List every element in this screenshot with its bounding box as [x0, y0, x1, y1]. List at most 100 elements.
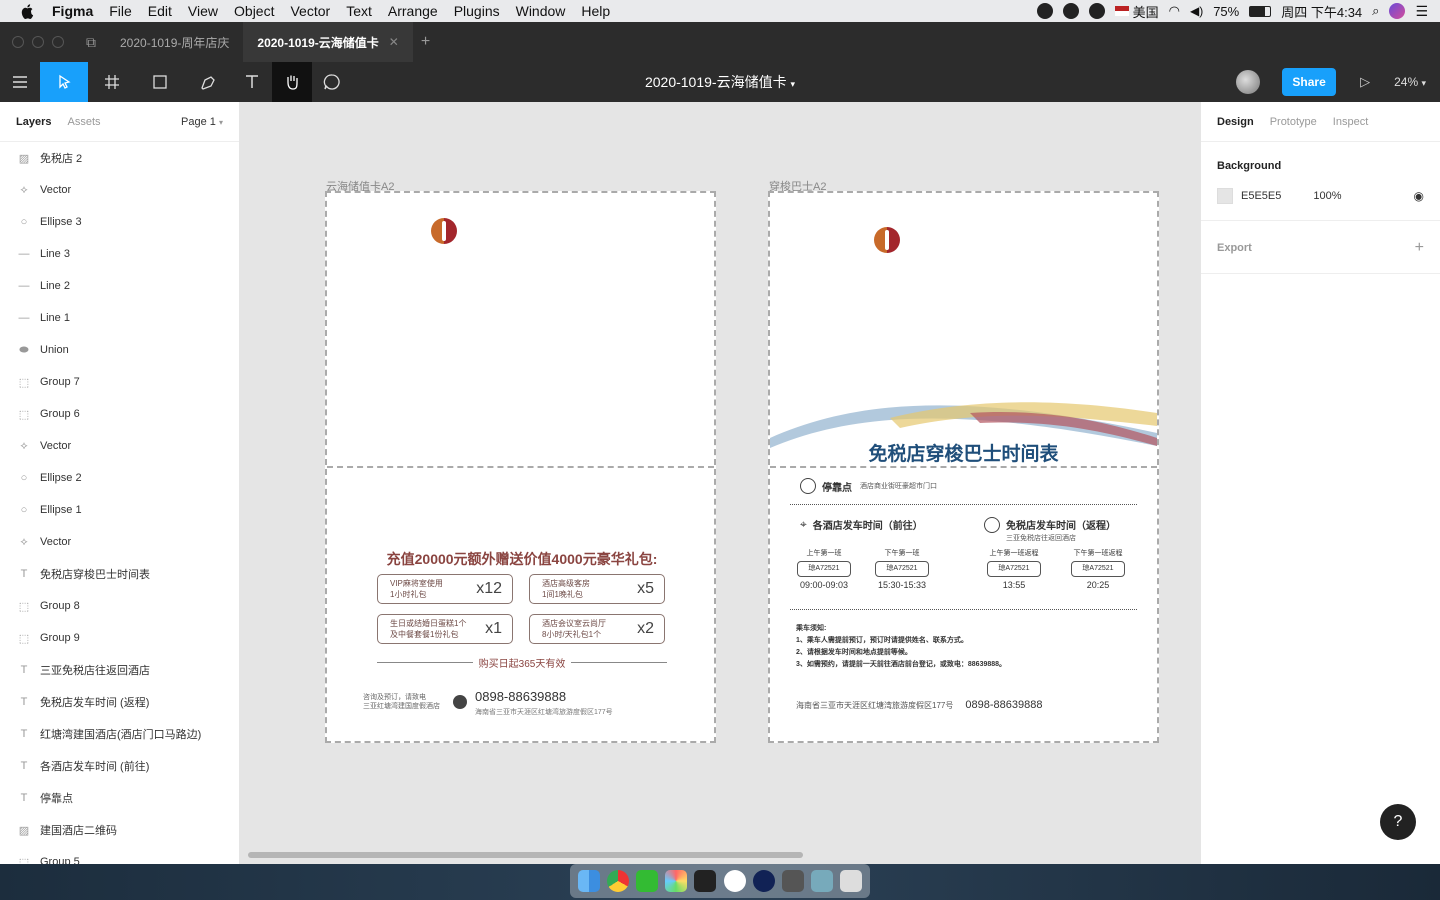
- layer-row[interactable]: ⟡ Vector: [0, 526, 239, 558]
- layer-row[interactable]: ⟡ Vector: [0, 430, 239, 462]
- layer-row[interactable]: ○ Ellipse 3: [0, 206, 239, 238]
- text-tool-button[interactable]: [232, 62, 272, 102]
- user-avatar[interactable]: [1236, 70, 1261, 94]
- eye-visibility-icon[interactable]: ◉: [1414, 189, 1424, 203]
- add-export-plus-icon[interactable]: +: [1415, 239, 1424, 257]
- app-menu-figma[interactable]: Figma: [52, 3, 93, 19]
- tab-assets[interactable]: Assets: [67, 116, 100, 128]
- layer-row[interactable]: ⬚ Group 7: [0, 366, 239, 398]
- wechat-icon[interactable]: [635, 870, 658, 892]
- menu-help[interactable]: Help: [581, 3, 610, 19]
- layer-row[interactable]: — Line 2: [0, 270, 239, 302]
- share-button[interactable]: Share: [1282, 68, 1337, 96]
- layer-name: 免税店 2: [40, 153, 83, 165]
- layer-row[interactable]: T 免税店穿梭巴士时间表: [0, 558, 239, 590]
- menu-text[interactable]: Text: [346, 3, 372, 19]
- trash-icon[interactable]: [840, 870, 863, 892]
- layer-row[interactable]: ⟡ Vector: [0, 174, 239, 206]
- move-tool-button[interactable]: [40, 62, 88, 102]
- layers-panel-header: Layers Assets Page 1 ▾: [0, 102, 239, 142]
- file-title-dropdown[interactable]: 2020-1019-云海储值卡 ▾: [645, 72, 795, 92]
- layer-row[interactable]: ⬚ Group 5: [0, 846, 239, 864]
- record-icon[interactable]: [1036, 3, 1053, 19]
- tab-file-anniversary[interactable]: 2020-1019-周年店庆: [106, 22, 243, 62]
- zoom-window-button[interactable]: [52, 36, 64, 48]
- layer-row[interactable]: T 各酒店发车时间 (前往): [0, 750, 239, 782]
- wifi-icon[interactable]: ◠: [1169, 3, 1180, 19]
- close-tab-icon[interactable]: ✕: [389, 35, 399, 49]
- shape-tool-button[interactable]: [136, 62, 184, 102]
- frame-stored-value-card[interactable]: 充值20000元额外赠送价值4000元豪华礼包: VIP麻将室使用 1小时礼包 x…: [325, 191, 716, 743]
- screenshot-icon[interactable]: [781, 870, 804, 892]
- layer-name: Vector: [40, 536, 72, 548]
- layer-row[interactable]: ⬚ Group 9: [0, 622, 239, 654]
- design-canvas[interactable]: 云海储值卡A2 充值20000元额外赠送价值4000元豪华礼包: VIP麻将室使…: [240, 102, 1200, 864]
- menu-vector[interactable]: Vector: [290, 3, 330, 19]
- comment-tool-button[interactable]: [312, 62, 352, 102]
- clock[interactable]: 周四 下午4:34: [1281, 2, 1362, 21]
- horizontal-scrollbar[interactable]: [248, 852, 803, 858]
- menu-window[interactable]: Window: [516, 3, 566, 19]
- minimize-window-button[interactable]: [32, 36, 44, 48]
- layer-row[interactable]: ▨ 建国酒店二维码: [0, 814, 239, 846]
- footer-phone: 0898-88639888: [965, 699, 1043, 711]
- properties-panel: Design Prototype Inspect Background E5E5…: [1200, 102, 1440, 864]
- zoom-dropdown[interactable]: 24% ▾: [1394, 75, 1426, 89]
- volume-icon[interactable]: ◀): [1190, 4, 1203, 18]
- figma-icon[interactable]: [694, 870, 717, 892]
- layer-row[interactable]: T 停靠点: [0, 782, 239, 814]
- finder-icon[interactable]: [577, 870, 600, 892]
- tab-prototype[interactable]: Prototype: [1270, 116, 1317, 128]
- frame-tool-button[interactable]: [88, 62, 136, 102]
- layer-row[interactable]: ○ Ellipse 1: [0, 494, 239, 526]
- tab-design[interactable]: Design: [1217, 116, 1254, 128]
- siri-icon[interactable]: [1389, 3, 1406, 19]
- input-source[interactable]: 美国: [1114, 2, 1159, 21]
- present-play-icon[interactable]: ▷: [1350, 74, 1380, 90]
- help-question-button[interactable]: ?: [1380, 804, 1416, 840]
- layer-row[interactable]: ⬚ Group 8: [0, 590, 239, 622]
- bg-hex-input[interactable]: E5E5E5: [1241, 190, 1281, 202]
- gift-card-mahjong: VIP麻将室使用 1小时礼包 x12: [377, 574, 513, 604]
- figma-home-icon[interactable]: ⧉: [86, 34, 106, 51]
- tab-inspect[interactable]: Inspect: [1333, 116, 1368, 128]
- layer-row[interactable]: T 三亚免税店往返回酒店: [0, 654, 239, 686]
- menu-plugins[interactable]: Plugins: [454, 3, 500, 19]
- color-swatch[interactable]: [1217, 188, 1233, 204]
- menu-object[interactable]: Object: [234, 3, 274, 19]
- menu-edit[interactable]: Edit: [148, 3, 172, 19]
- chrome-icon[interactable]: [606, 870, 629, 892]
- page-selector[interactable]: Page 1 ▾: [181, 116, 223, 128]
- layer-row[interactable]: ▨ 免税店 2: [0, 142, 239, 174]
- spotlight-search-icon[interactable]: ⌕: [1372, 3, 1379, 19]
- battery-icon[interactable]: [1249, 5, 1272, 17]
- apple-menu-icon[interactable]: [20, 3, 36, 19]
- qq-icon[interactable]: [1062, 3, 1079, 19]
- preview-icon[interactable]: [811, 870, 834, 892]
- frame-shuttle-bus[interactable]: 免税店穿梭巴士时间表 停靠点 酒店商业街旺豪超市门口 ⌖ 各酒店发车时间（前往）…: [768, 191, 1159, 743]
- layer-row[interactable]: T 免税店发车时间 (返程): [0, 686, 239, 718]
- layer-row[interactable]: — Line 3: [0, 238, 239, 270]
- menu-view[interactable]: View: [188, 3, 218, 19]
- pen-tool-button[interactable]: [184, 62, 232, 102]
- tab-label: 2020-1019-云海储值卡: [257, 35, 379, 50]
- new-tab-icon[interactable]: +: [421, 33, 430, 51]
- layer-row[interactable]: ⬬ Union: [0, 334, 239, 366]
- layer-row[interactable]: — Line 1: [0, 302, 239, 334]
- menu-file[interactable]: File: [109, 3, 132, 19]
- menu-arrange[interactable]: Arrange: [388, 3, 438, 19]
- tab-file-stored-value-card[interactable]: 2020-1019-云海储值卡 ✕: [243, 22, 413, 62]
- quicktime-icon[interactable]: [752, 870, 775, 892]
- layer-row[interactable]: T 红塘湾建国酒店(酒店门口马路边): [0, 718, 239, 750]
- layer-row[interactable]: ○ Ellipse 2: [0, 462, 239, 494]
- tab-layers[interactable]: Layers: [16, 116, 51, 128]
- layer-row[interactable]: ⬚ Group 6: [0, 398, 239, 430]
- hand-tool-button[interactable]: [272, 62, 312, 102]
- close-window-button[interactable]: [12, 36, 24, 48]
- qq-icon[interactable]: [723, 870, 746, 892]
- wechat-icon[interactable]: [1088, 3, 1105, 19]
- bg-opacity-input[interactable]: 100%: [1313, 190, 1341, 202]
- main-menu-button[interactable]: [0, 62, 40, 102]
- colorsync-icon[interactable]: [665, 870, 688, 892]
- notification-center-icon[interactable]: ☰: [1415, 3, 1428, 20]
